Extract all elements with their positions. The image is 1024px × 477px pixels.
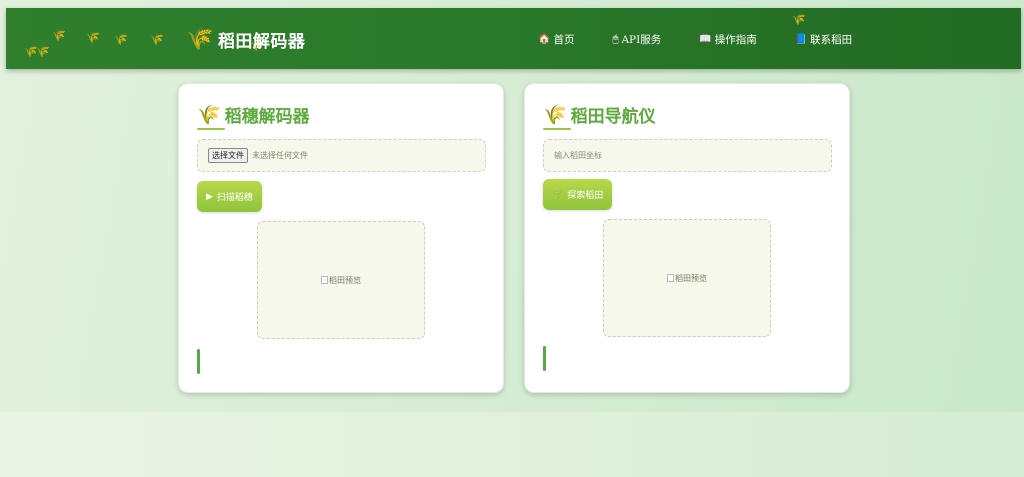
preview-alt-text: 稻田预览 xyxy=(329,275,361,285)
top-header: 🌾 🌾 🌾 🌾 🌾 🌾 🌾 🌾 🌾 稻田解码器 🏠 首页 🖱 API服务 📖 操… xyxy=(6,8,1021,69)
result-area xyxy=(543,346,546,371)
nav-item-home[interactable]: 🏠 首页 xyxy=(538,32,574,47)
preview-image: 稻田预览 xyxy=(257,221,425,339)
file-status: 未选择任何文件 xyxy=(252,151,308,160)
preview-alt-text: 稻田预览 xyxy=(675,273,707,283)
brand[interactable]: 🌾 稻田解码器 xyxy=(186,22,305,56)
rice-sprout-icon: 🌾 xyxy=(36,45,50,58)
scan-button[interactable]: ▶ 扫描稻穗 xyxy=(197,181,262,212)
nav-label: 联系稻田 xyxy=(810,33,853,46)
explore-button[interactable]: 🌱 探索稻田 xyxy=(543,179,613,210)
rice-sprout-icon: 🌾 xyxy=(52,29,66,42)
book-icon: 📖 xyxy=(699,33,712,45)
rice-logo-icon: 🌾 xyxy=(186,26,214,52)
page-footer-area xyxy=(0,412,1024,477)
card-title: 🌾 稻田导航仪 xyxy=(543,102,656,127)
home-icon: 🏠 xyxy=(538,33,551,45)
broken-image: 稻田预览 xyxy=(321,275,361,286)
rice-icon: 🌾 xyxy=(197,104,221,126)
coordinate-field xyxy=(543,139,832,172)
rice-sprout-icon: 🌾 xyxy=(86,31,100,44)
cursor-icon: 🖱 xyxy=(612,33,619,45)
explore-button-label: 探索稻田 xyxy=(567,191,604,201)
nav-item-api[interactable]: 🖱 API服务 xyxy=(612,32,661,47)
seedling-icon: 🌱 xyxy=(552,189,564,200)
title-underline xyxy=(197,128,225,130)
result-area xyxy=(197,349,200,374)
brand-title: 稻田解码器 xyxy=(217,31,306,52)
nav-item-guide[interactable]: 📖 操作指南 xyxy=(699,32,756,47)
preview-image: 稻田预览 xyxy=(603,219,771,337)
nav-label: 首页 xyxy=(553,33,575,46)
choose-file-button[interactable]: 选择文件 xyxy=(208,148,248,163)
rice-navigator-card: 🌾 稻田导航仪 🌱 探索稻田 稻田预览 xyxy=(524,83,850,393)
nav-label: 操作指南 xyxy=(714,33,757,46)
play-icon: ▶ xyxy=(206,191,213,202)
card-title-text: 稻穗解码器 xyxy=(224,107,310,127)
broken-image: 稻田预览 xyxy=(667,273,707,284)
main-nav: 🏠 首页 🖱 API服务 📖 操作指南 📘 联系稻田 xyxy=(538,26,852,52)
rice-sprout-icon: 🌾 xyxy=(114,33,128,46)
rice-sprout-icon: 🌾 xyxy=(792,13,806,26)
broken-image-icon xyxy=(321,276,328,284)
scan-button-label: 扫描稻穗 xyxy=(216,193,253,203)
broken-image-icon xyxy=(667,274,674,282)
title-underline xyxy=(543,128,571,130)
rice-decoder-card: 🌾 稻穗解码器 选择文件 未选择任何文件 ▶ 扫描稻穗 稻田预览 xyxy=(178,83,504,393)
blue-book-icon: 📘 xyxy=(794,33,808,45)
card-title-text: 稻田导航仪 xyxy=(570,107,656,127)
coordinate-input[interactable] xyxy=(554,151,829,160)
card-title: 🌾 稻穗解码器 xyxy=(197,102,310,127)
nav-item-contact[interactable]: 📘 联系稻田 xyxy=(795,32,852,47)
rice-icon: 🌾 xyxy=(543,104,567,126)
nav-label: API服务 xyxy=(621,33,662,46)
file-upload-field: 选择文件 未选择任何文件 xyxy=(197,139,486,172)
rice-sprout-icon: 🌾 xyxy=(150,33,164,46)
